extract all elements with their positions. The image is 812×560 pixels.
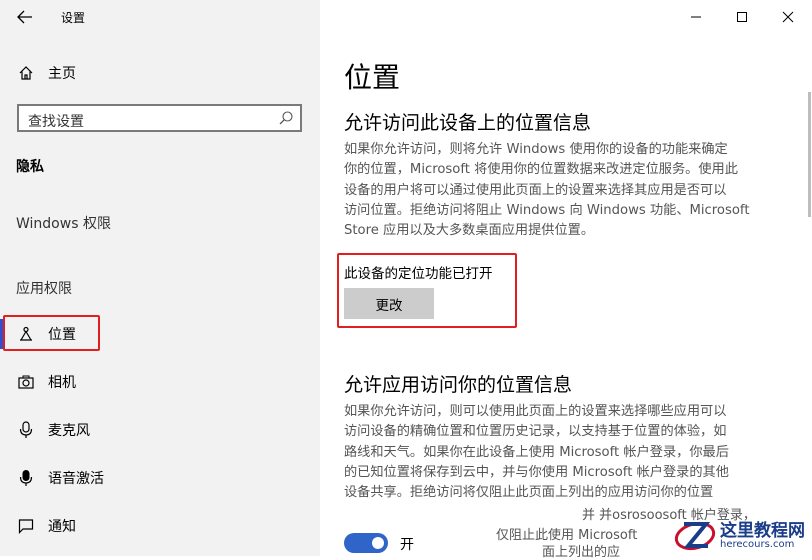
device-location-description: 如果你允许访问，则将允许 Windows 使用你的设备的功能来确定 你的位置，M… xyxy=(344,140,794,241)
description-line: 访问位置。拒绝访问将阻止 Windows 向 Windows 功能、Micros… xyxy=(344,202,750,218)
highlight-box-device xyxy=(337,253,517,328)
voice-activation-icon xyxy=(16,468,36,488)
sidebar-item-microphone[interactable]: 麦克风 xyxy=(0,412,320,448)
description-line: 如果你允许访问，则可以使用此页面上的设置来选择哪些应用可以 xyxy=(344,404,727,419)
camera-icon xyxy=(16,372,36,392)
maximize-icon[interactable] xyxy=(732,7,752,27)
device-location-heading: 允许访问此设备上的位置信息 xyxy=(344,112,592,134)
sidebar: 设置 主页 查找设置 隐私 Windows 权限 应用权限 位置 相机 麦克风 xyxy=(0,0,320,556)
main-content: 位置 允许访问此设备上的位置信息 如果你允许访问，则将允许 Windows 使用… xyxy=(320,0,812,560)
sidebar-item-label: 通知 xyxy=(48,519,76,535)
toggle-label: 开 xyxy=(400,537,414,553)
sidebar-item-camera[interactable]: 相机 xyxy=(0,364,320,400)
scrollbar[interactable] xyxy=(808,92,811,217)
sidebar-item-voice-activation[interactable]: 语音激活 xyxy=(0,460,320,496)
watermark-name: 这里教程网 xyxy=(720,521,805,541)
back-arrow-icon[interactable] xyxy=(14,6,36,28)
section-app-permissions: 应用权限 xyxy=(16,281,72,297)
search-input[interactable]: 查找设置 xyxy=(17,104,302,132)
section-windows-permissions: Windows 权限 xyxy=(16,216,111,232)
app-title: 设置 xyxy=(61,11,86,25)
close-icon[interactable] xyxy=(778,7,798,27)
highlight-box-sidebar xyxy=(3,315,100,351)
overlapping-text: 面上列出的应 xyxy=(542,545,621,560)
watermark-url: herecours.com xyxy=(720,539,795,550)
minimize-icon[interactable] xyxy=(686,7,706,27)
watermark-logo xyxy=(674,521,716,551)
description-line: 设备共享。拒绝访问将仅阻止此页面上列出的应用访问你的位置 xyxy=(344,485,714,501)
page-title: 位置 xyxy=(344,61,401,94)
description-line: 访问设备的精确位置和位置历史记录，以支持基于位置的体验，如 xyxy=(344,424,727,440)
sidebar-item-label: 相机 xyxy=(48,375,76,391)
search-placeholder: 查找设置 xyxy=(28,114,84,130)
home-icon xyxy=(16,63,36,83)
sidebar-item-label: 语音激活 xyxy=(48,471,104,487)
sidebar-item-label: 主页 xyxy=(48,66,76,82)
description-line: Store 应用以及大多数桌面应用提供位置。 xyxy=(344,223,595,239)
notification-icon xyxy=(16,516,36,536)
description-line: 的已知位置将保存到云中，并与你使用 Microsoft 帐户登录的其他 xyxy=(344,464,729,480)
description-line: 路线和天气。如果你在此设备上使用 Microsoft 帐户登录，你最后 xyxy=(344,444,729,460)
sidebar-item-label: 麦克风 xyxy=(48,423,90,439)
description-line: 设备的用户将可以通过使用此页面上的设置来选择其应用是否可以 xyxy=(344,182,727,198)
microphone-icon xyxy=(16,420,36,440)
app-location-description: 如果你允许访问，则可以使用此页面上的设置来选择哪些应用可以 访问设备的精确位置和… xyxy=(344,402,794,503)
location-toggle[interactable] xyxy=(344,533,388,553)
description-line: 如果你允许访问，则将允许 Windows 使用你的设备的功能来确定 xyxy=(344,142,728,157)
search-icon[interactable] xyxy=(278,110,294,126)
description-line: 你的位置，Microsoft 将使用你的位置数据来改进定位服务。使用此 xyxy=(344,162,738,178)
sidebar-item-notifications[interactable]: 通知 xyxy=(0,508,320,544)
toggle-knob xyxy=(372,537,384,549)
section-privacy: 隐私 xyxy=(16,159,44,175)
watermark: 这里教程网 herecours.com xyxy=(664,510,812,556)
app-location-heading: 允许应用访问你的位置信息 xyxy=(344,374,573,396)
sidebar-item-home[interactable]: 主页 xyxy=(0,55,320,91)
